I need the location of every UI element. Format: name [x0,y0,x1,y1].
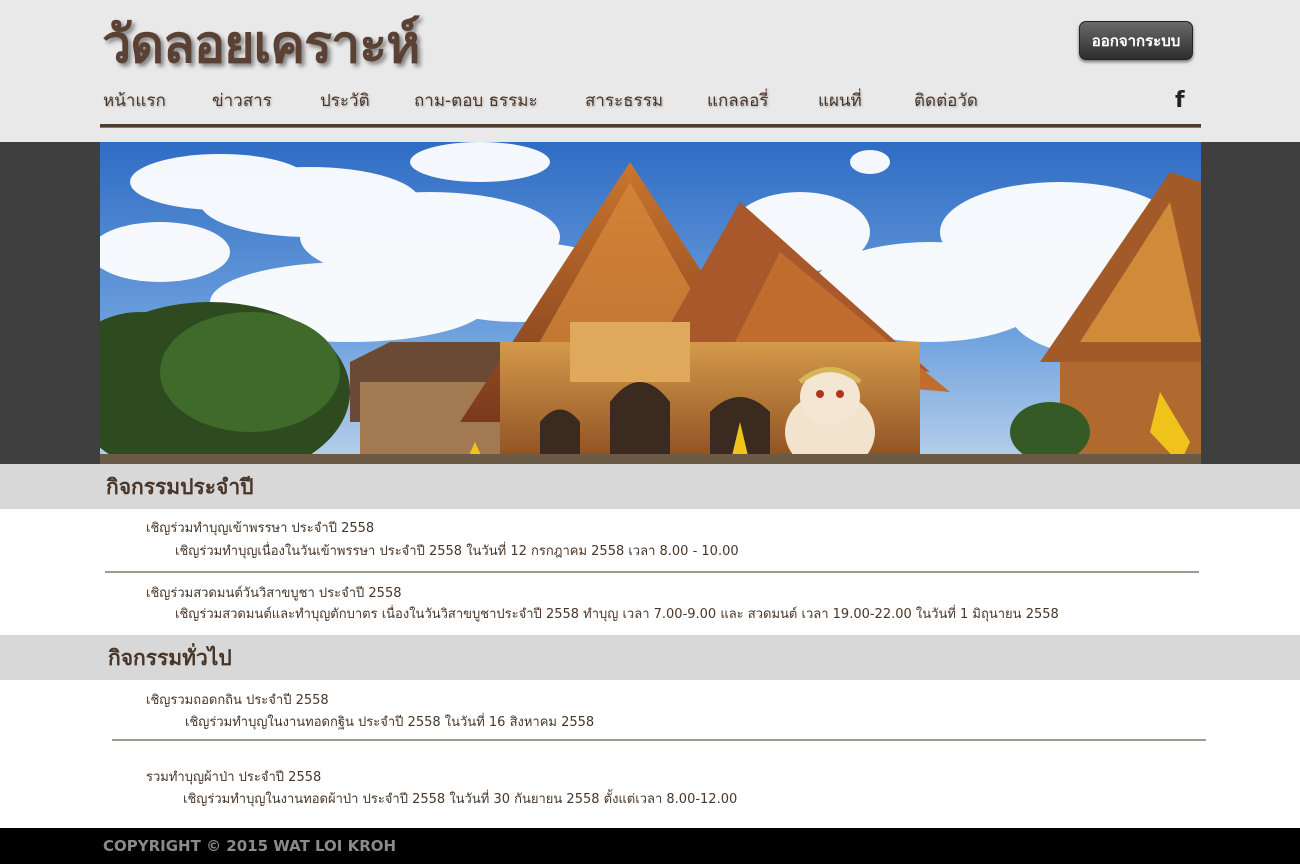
activity-title[interactable]: เชิญร่วมสวดมนต์วันวิสาขบูชา ประจำปี 2558 [146,585,402,603]
activity-title[interactable]: เชิญรวมถอดกถิน ประจำปี 2558 [146,692,329,710]
activity-description: เชิญร่วมทำบุญในงานทอดผ้าป่า ประจำปี 2558… [183,792,738,807]
nav-item-dhamma-qa[interactable]: ถาม-ตอบ ธรรมะ [414,86,538,116]
activity-description: เชิญร่วมสวดมนต์และทำบุญตักบาตร เนื่องในว… [175,607,1059,622]
copyright-text: COPYRIGHT © 2015 WAT LOI KROH [103,837,397,855]
activity-description: เชิญร่วมทำบุญในงานทอดกฐิน ประจำปี 2558 ใ… [185,715,595,730]
nav-item-dhamma-articles[interactable]: สาระธรรม [585,86,663,116]
temple-illustration [100,142,1201,464]
activity-divider [112,739,1206,741]
activity-title[interactable]: รวมทำบุญผ้าป่า ประจำปี 2558 [146,769,321,787]
logout-button[interactable]: ออกจากระบบ [1079,21,1193,60]
nav-divider [100,124,1201,128]
site-title[interactable]: วัดลอยเคราะห์ [102,10,420,80]
general-activities-title: กิจกรรมทั่วไป [108,646,232,670]
nav-item-news[interactable]: ข่าวสาร [212,86,272,116]
activity-divider [105,571,1199,573]
nav-item-map[interactable]: แผนที่ [818,86,862,116]
nav-item-contact[interactable]: ติดต่อวัด [914,86,978,116]
activity-description: เชิญร่วมทำบุญเนื่องในวันเข้าพรรษา ประจำป… [175,544,739,559]
facebook-icon[interactable]: f [1175,86,1191,116]
temple-banner-image [100,142,1201,464]
nav-item-gallery[interactable]: แกลลอรี่ [707,86,768,116]
main-nav: หน้าแรก ข่าวสาร ประวัติ ถาม-ตอบ ธรรมะ สา… [100,86,1200,122]
activity-title[interactable]: เชิญร่วมทำบุญเข้าพรรษา ประจำปี 2558 [146,520,374,538]
nav-item-history[interactable]: ประวัติ [320,86,370,116]
annual-activities-title: กิจกรรมประจำปี [106,475,254,499]
nav-item-home[interactable]: หน้าแรก [103,86,166,116]
